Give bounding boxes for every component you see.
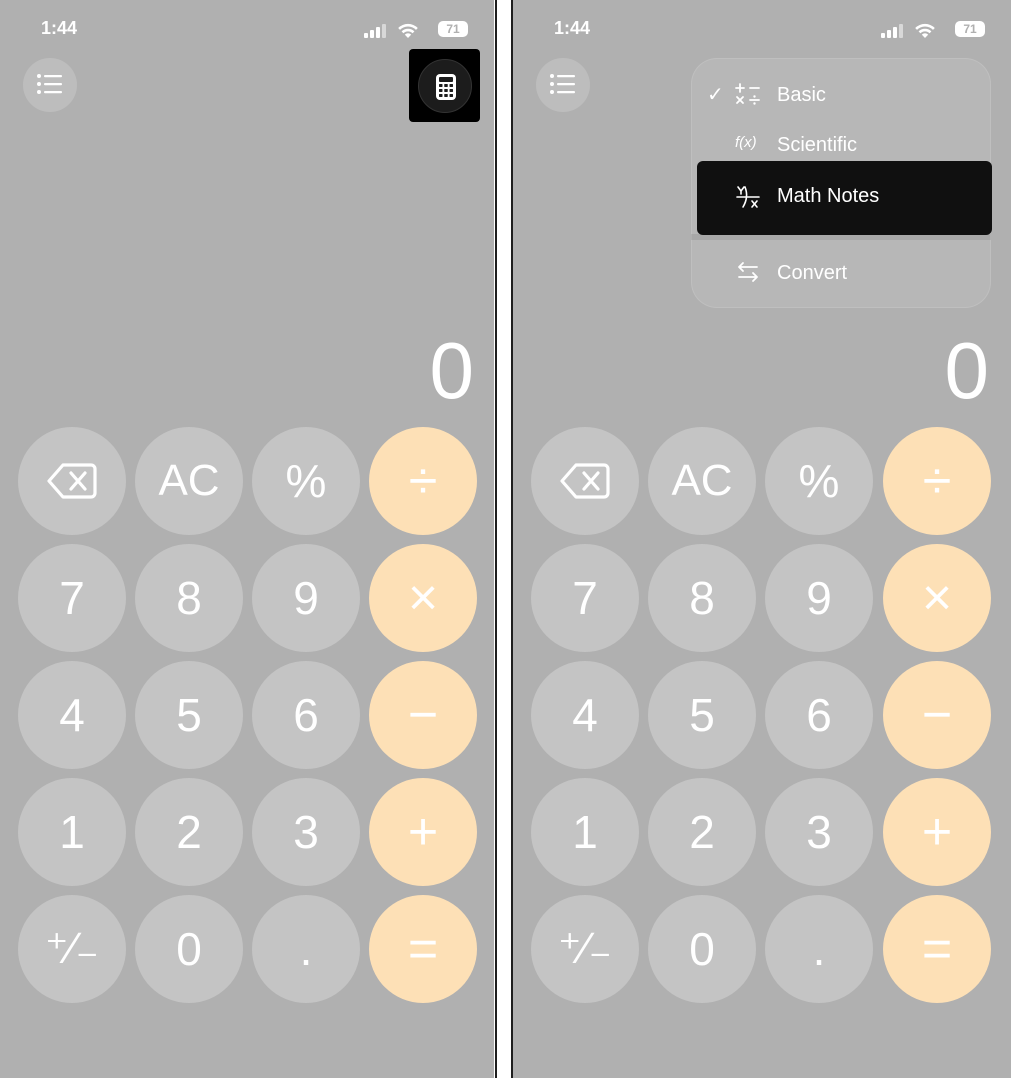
digit-5-key[interactable]: 5 (648, 661, 756, 769)
plus-minus-key[interactable]: ⁺∕₋ (531, 895, 639, 1003)
status-time: 1:44 (554, 18, 591, 38)
all-clear-key[interactable]: AC (135, 427, 243, 535)
menu-item-label: Math Notes (777, 185, 880, 207)
backspace-key[interactable] (18, 427, 126, 535)
basic-ops-icon (735, 83, 760, 105)
equals-key[interactable]: = (883, 895, 991, 1003)
menu-item-label: Scientific (777, 134, 858, 156)
digit-1-key[interactable]: 1 (18, 778, 126, 886)
digit-0-key[interactable]: 0 (135, 895, 243, 1003)
digit-8-key[interactable]: 8 (135, 544, 243, 652)
add-key[interactable]: + (883, 778, 991, 886)
list-icon (37, 74, 62, 94)
cellular-signal-icon (881, 24, 903, 38)
percent-key[interactable]: % (765, 427, 873, 535)
digit-0-key[interactable]: 0 (648, 895, 756, 1003)
wifi-icon (915, 23, 935, 38)
digit-3-key[interactable]: 3 (252, 778, 360, 886)
multiply-key[interactable]: × (883, 544, 991, 652)
cellular-signal-icon (364, 24, 386, 38)
menu-item-math-notes[interactable]: Math Notes (697, 161, 992, 235)
checkmark-icon: ✓ (707, 84, 724, 106)
digit-4-key[interactable]: 4 (531, 661, 639, 769)
equals-key[interactable]: = (369, 895, 477, 1003)
calculator-mode-button[interactable] (418, 59, 472, 113)
result-display: 0 (944, 326, 990, 415)
subtract-key[interactable]: − (883, 661, 991, 769)
convert-arrows-icon (738, 262, 758, 282)
menu-item-convert[interactable]: Convert (691, 252, 991, 292)
backspace-icon (560, 463, 610, 499)
digit-7-key[interactable]: 7 (18, 544, 126, 652)
history-list-button[interactable] (23, 58, 77, 112)
battery-icon: 71 (955, 21, 985, 37)
calculator-screen-right: 1:44 71 ✓ Basic f(x) Scientific Convert … (513, 0, 1011, 1078)
subtract-key[interactable]: − (369, 661, 477, 769)
digit-2-key[interactable]: 2 (135, 778, 243, 886)
decimal-key[interactable]: . (252, 895, 360, 1003)
status-time: 1:44 (41, 18, 78, 38)
result-display: 0 (429, 326, 475, 415)
digit-2-key[interactable]: 2 (648, 778, 756, 886)
divide-key[interactable]: ÷ (883, 427, 991, 535)
backspace-key[interactable] (531, 427, 639, 535)
digit-9-key[interactable]: 9 (252, 544, 360, 652)
list-icon (550, 74, 575, 94)
plus-minus-key[interactable]: ⁺∕₋ (18, 895, 126, 1003)
panel-divider (495, 0, 497, 1078)
mode-button-highlight (409, 49, 480, 122)
menu-item-basic[interactable]: ✓ Basic (691, 74, 991, 114)
status-icons: 71 (869, 20, 989, 40)
menu-item-label: Basic (777, 84, 826, 106)
calculator-icon (436, 74, 456, 100)
decimal-key[interactable]: . (765, 895, 873, 1003)
digit-1-key[interactable]: 1 (531, 778, 639, 886)
digit-6-key[interactable]: 6 (252, 661, 360, 769)
function-icon: f(x) (735, 134, 757, 151)
calculator-screen-left: 1:44 71 0 AC % ÷ 7 8 9 × 4 5 6 − 1 2 3 +… (0, 0, 494, 1078)
history-list-button[interactable] (536, 58, 590, 112)
battery-icon: 71 (438, 21, 468, 37)
digit-9-key[interactable]: 9 (765, 544, 873, 652)
digit-4-key[interactable]: 4 (18, 661, 126, 769)
wifi-icon (398, 23, 418, 38)
backspace-icon (47, 463, 97, 499)
digit-7-key[interactable]: 7 (531, 544, 639, 652)
add-key[interactable]: + (369, 778, 477, 886)
digit-3-key[interactable]: 3 (765, 778, 873, 886)
menu-item-label: Convert (777, 262, 848, 284)
multiply-key[interactable]: × (369, 544, 477, 652)
digit-8-key[interactable]: 8 (648, 544, 756, 652)
menu-item-scientific[interactable]: f(x) Scientific (691, 124, 991, 164)
percent-key[interactable]: % (252, 427, 360, 535)
math-notes-icon (736, 186, 760, 208)
digit-5-key[interactable]: 5 (135, 661, 243, 769)
all-clear-key[interactable]: AC (648, 427, 756, 535)
digit-6-key[interactable]: 6 (765, 661, 873, 769)
status-icons: 71 (352, 20, 472, 40)
divide-key[interactable]: ÷ (369, 427, 477, 535)
